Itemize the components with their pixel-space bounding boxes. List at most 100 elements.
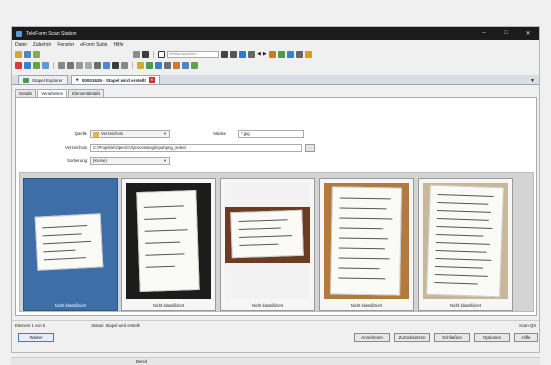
list-icon[interactable] <box>94 61 101 69</box>
insert-icon[interactable] <box>24 61 31 69</box>
tabs-dropdown-icon[interactable]: ▼ <box>530 78 535 84</box>
verify-icon[interactable] <box>191 61 198 69</box>
tab-batch[interactable]: ● 00001626 - Stapel wird erstellt ✕ <box>70 75 160 84</box>
maske-input[interactable]: *.jpg <box>238 130 304 138</box>
batch-tab-icon: ● <box>75 77 79 83</box>
batch-icon[interactable] <box>76 61 83 69</box>
deskew-icon[interactable] <box>286 50 294 58</box>
button-bar: Weiter Annehmen Zurücksetzen Schließen O… <box>12 332 539 344</box>
scan-image <box>423 183 508 299</box>
menu-bar: Datei Zubehör Fenster eForm Suite Hilfe <box>12 40 539 49</box>
thumbnail-3[interactable]: Nicht klassifiziert <box>220 178 315 311</box>
sortierung-value: (Keine) <box>93 158 107 163</box>
quelle-select[interactable]: Verzeichnis ▼ <box>90 130 170 138</box>
zoom-select[interactable]: Vertikal anpassen <box>167 50 219 58</box>
check-icon[interactable] <box>146 61 153 69</box>
browse-button[interactable]: ... <box>305 144 315 152</box>
close-tab-icon[interactable]: ✕ <box>148 77 155 83</box>
folder-icon <box>93 131 99 137</box>
batch-status: Status: Stapel wird erstellt <box>91 322 140 328</box>
tab-verarbeiten[interactable]: Verarbeiten <box>37 89 68 97</box>
weiter-button[interactable]: Weiter <box>18 333 54 342</box>
export-icon[interactable] <box>103 61 110 69</box>
zoom-icon[interactable] <box>158 50 165 58</box>
thumbnail-1[interactable]: Nicht klassifiziert <box>23 178 118 311</box>
tag-icon[interactable] <box>173 61 180 69</box>
page-full-icon[interactable] <box>248 50 255 58</box>
tools-icon[interactable] <box>164 61 171 69</box>
open-icon[interactable] <box>15 50 22 58</box>
menu-hilfe[interactable]: Hilfe <box>114 42 124 48</box>
toolbar-1-right: Vertikal anpassen ◀ ▶ <box>130 49 312 59</box>
page-fit-icon[interactable] <box>230 50 237 58</box>
sub-tabs: Details Verarbeiten Elementdetails <box>15 89 105 97</box>
scan-image <box>225 183 310 299</box>
scan-image <box>324 183 409 299</box>
merge-icon[interactable] <box>67 61 74 69</box>
flag-icon[interactable] <box>137 61 144 69</box>
hilfe-button[interactable]: Hilfe <box>514 333 538 342</box>
user-icon[interactable] <box>182 61 189 69</box>
title-bar: TeleForm Scan Station – □ ✕ <box>12 27 539 40</box>
page-prop-icon[interactable] <box>85 61 92 69</box>
tab-elementdetails[interactable]: Elementdetails <box>68 89 105 97</box>
menu-datei[interactable]: Datei <box>15 42 27 48</box>
thumbnail-4[interactable]: Nicht klassifiziert <box>319 178 414 311</box>
maximize-icon[interactable]: □ <box>495 30 517 37</box>
delete-icon[interactable] <box>15 61 22 69</box>
prev-arrow-icon[interactable]: ◀ <box>257 51 261 57</box>
new-batch-icon[interactable] <box>33 50 40 58</box>
scan-id: Scan-QS <box>519 322 536 328</box>
document-tabs: Stapel Explorer ● 00001626 - Stapel wird… <box>12 75 539 85</box>
move-icon[interactable] <box>33 61 40 69</box>
scanner-icon[interactable] <box>133 50 140 58</box>
optionen-button[interactable]: Optionen <box>474 333 510 342</box>
save-icon[interactable] <box>24 50 31 58</box>
tab-label: Stapel Explorer <box>32 77 63 83</box>
zuruecksetzen-button[interactable]: Zurücksetzen <box>394 333 430 342</box>
image-icon[interactable] <box>142 50 149 58</box>
close-icon[interactable]: ✕ <box>517 30 539 37</box>
verzeichnis-input[interactable]: C:\Projekte\OpenCV\processing\input\png_… <box>90 144 302 152</box>
split-icon[interactable] <box>58 61 65 69</box>
page-icon[interactable] <box>221 50 228 58</box>
scan-icon[interactable] <box>112 61 119 69</box>
copy-icon[interactable] <box>42 61 49 69</box>
preview-icon[interactable] <box>121 61 128 69</box>
scan-image <box>28 183 113 299</box>
rotate-right-icon[interactable] <box>277 50 285 58</box>
process-panel: Quelle Verzeichnis ▼ Maske *.jpg Verzeic… <box>15 97 537 316</box>
app-icon <box>16 30 22 37</box>
window-title: TeleForm Scan Station <box>26 30 77 37</box>
maske-label: Maske <box>213 131 226 136</box>
thumbnail-caption: Nicht klassifiziert <box>350 303 383 308</box>
classify-icon[interactable] <box>155 61 162 69</box>
crop-icon[interactable] <box>295 50 303 58</box>
tab-details[interactable]: Details <box>15 89 37 97</box>
schliessen-button[interactable]: Schließen <box>434 333 470 342</box>
thumbnail-caption: Nicht klassifiziert <box>251 303 284 308</box>
page-width-icon[interactable] <box>239 50 246 58</box>
toolbar-2 <box>12 60 539 70</box>
menu-eform-suite[interactable]: eForm Suite <box>80 42 107 48</box>
tab-stapel-explorer[interactable]: Stapel Explorer <box>18 75 68 84</box>
settings-icon[interactable] <box>304 50 312 58</box>
ready-status: Bereit <box>136 359 147 364</box>
chevron-down-icon: ▼ <box>163 158 167 163</box>
quelle-value: Verzeichnis <box>101 131 123 136</box>
next-arrow-icon[interactable]: ▶ <box>263 51 267 57</box>
annehmen-button[interactable]: Annehmen <box>354 333 390 342</box>
thumbnail-caption: Nicht klassifiziert <box>152 303 185 308</box>
menu-zubehoer[interactable]: Zubehör <box>33 42 52 48</box>
menu-fenster[interactable]: Fenster <box>57 42 74 48</box>
element-count: Element 1 von 5 <box>15 322 46 328</box>
rotate-icon[interactable] <box>268 50 276 58</box>
thumbnail-2[interactable]: Nicht klassifiziert <box>121 178 216 311</box>
minimize-icon[interactable]: – <box>473 30 495 37</box>
scan-image <box>126 183 211 299</box>
status-bar: Element 1 von 5 Status: Stapel wird erst… <box>12 320 539 329</box>
sortierung-select[interactable]: (Keine) ▼ <box>90 157 170 165</box>
thumbnail-5[interactable]: Nicht klassifiziert <box>418 178 513 311</box>
bottom-status-strip: Bereit <box>11 357 540 365</box>
explorer-icon <box>23 77 29 83</box>
